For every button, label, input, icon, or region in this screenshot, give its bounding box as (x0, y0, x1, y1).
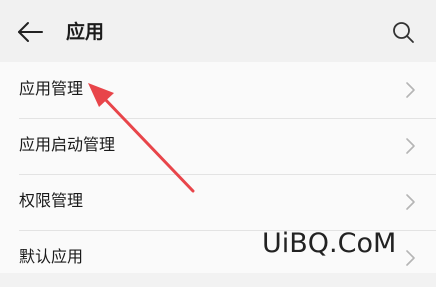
chevron-right-icon (406, 194, 415, 210)
chevron-right-icon (406, 250, 415, 266)
watermark: UiBQ.CoM (262, 228, 397, 259)
search-icon[interactable] (391, 20, 415, 44)
top-app-bar: 应用 (0, 0, 436, 62)
back-arrow-icon[interactable] (16, 21, 44, 43)
chevron-right-icon (406, 138, 415, 154)
list-item-label: 权限管理 (19, 191, 84, 210)
list-item-label: 默认应用 (19, 247, 84, 266)
page-title: 应用 (66, 21, 105, 43)
list-item-permission-management[interactable]: 权限管理 (0, 174, 436, 231)
list-item-app-launch-management[interactable]: 应用启动管理 (0, 118, 436, 175)
list-item-label: 应用管理 (19, 79, 84, 98)
chevron-right-icon (406, 82, 415, 98)
list-item-app-management[interactable]: 应用管理 (0, 62, 436, 119)
list-item-label: 应用启动管理 (19, 135, 116, 154)
